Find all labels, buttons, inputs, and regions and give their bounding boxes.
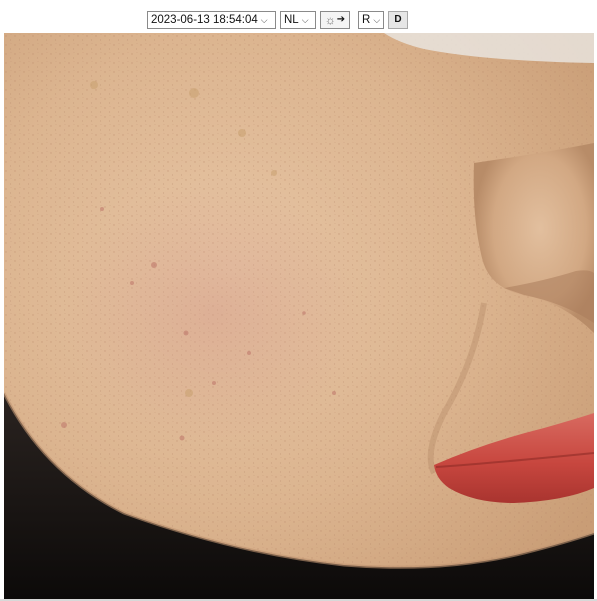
mode-value: NL — [284, 14, 299, 26]
datetime-value: 2023-06-13 18:54:04 — [151, 14, 258, 26]
arrow-right-icon: ➔ — [336, 14, 346, 25]
sun-icon: ☼ — [324, 13, 336, 27]
skin-photo — [4, 33, 594, 599]
cheek-redness — [64, 183, 364, 443]
toolbar: 2023-06-13 18:54:04 ⌵ NL ⌵ ☼ ➔ R ⌵ D — [0, 0, 597, 33]
light-toggle-button[interactable]: ☼ ➔ — [320, 11, 350, 29]
face-closeup-image — [4, 33, 594, 599]
chevron-down-icon: ⌵ — [373, 15, 381, 25]
chevron-down-icon: ⌵ — [260, 15, 268, 25]
mode-select[interactable]: NL ⌵ — [280, 11, 316, 29]
side-value: R — [362, 14, 371, 26]
d-button-label: D — [394, 14, 402, 25]
datetime-select[interactable]: 2023-06-13 18:54:04 ⌵ — [147, 11, 276, 29]
side-select[interactable]: R ⌵ — [358, 11, 384, 29]
chevron-down-icon: ⌵ — [301, 15, 309, 25]
viewer-window: 2023-06-13 18:54:04 ⌵ NL ⌵ ☼ ➔ R ⌵ D — [0, 0, 597, 601]
d-button[interactable]: D — [388, 11, 408, 29]
